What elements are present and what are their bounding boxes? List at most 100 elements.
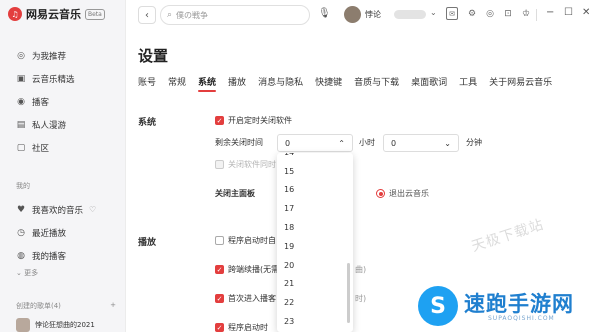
search-icon: ⌕ (167, 10, 173, 20)
timed-close-checkbox[interactable]: ✓ (215, 116, 224, 125)
minutes-select[interactable]: 0 ⌄ (383, 134, 459, 152)
created-playlists-label: 创建的歌单(4) (16, 302, 61, 310)
sidebar-item-label: 我喜欢的音乐 (32, 205, 84, 216)
app-logo[interactable]: ♫ 网易云音乐 Beta (8, 6, 105, 22)
tab-about[interactable]: 关于网易云音乐 (489, 75, 552, 92)
minutes-value: 0 (391, 138, 397, 148)
remaining-time-row: 剩余关闭时间 (215, 137, 263, 148)
dropdown-option[interactable]: 23 (277, 312, 353, 331)
hours-unit-label: 小时 (359, 138, 375, 147)
heartbeat-mode-icon[interactable]: ♡ (89, 205, 96, 214)
exit-app-radio[interactable] (376, 189, 385, 198)
sidebar-item-roaming[interactable]: ▤ 私人漫游 (0, 113, 126, 136)
tab-general[interactable]: 常规 (168, 75, 186, 92)
recommend-icon: ◎ (17, 50, 25, 61)
sidebar-item-recent[interactable]: ◷ 最近播放 (0, 221, 126, 244)
tab-tools[interactable]: 工具 (459, 75, 477, 92)
close-button[interactable]: ✕ (582, 7, 590, 18)
minimize-button[interactable]: − (546, 7, 554, 18)
avatar[interactable] (344, 6, 361, 23)
watermark-logo: S 速跑手游网 SUPAOQISHI.COM (418, 282, 588, 330)
minutes-unit-label: 分钟 (466, 138, 482, 147)
maximize-button[interactable]: ☐ (564, 7, 573, 18)
playback-option-label: 跨端续播(无需 (228, 265, 280, 274)
dropdown-option[interactable]: 17 (277, 199, 353, 218)
tab-shortcuts[interactable]: 快捷键 (315, 75, 342, 92)
close-after-option: 关闭软件同时 (215, 159, 276, 170)
search-input[interactable] (176, 10, 297, 20)
sidebar-item-label: 播客 (32, 97, 50, 108)
username[interactable]: 悖论 (365, 9, 381, 20)
playlist-item[interactable]: 悖论狂想曲的2021 (16, 318, 95, 332)
hours-select[interactable]: 0 ⌃ (277, 134, 353, 152)
selection-icon: ▣ (16, 73, 26, 84)
user-menu-chevron-icon[interactable]: ⌄ (430, 8, 437, 17)
sidebar-item-podcast[interactable]: ◉ 播客 (0, 90, 126, 113)
dropdown-option[interactable]: 18 (277, 218, 353, 237)
hours-dropdown-list[interactable]: 14 15 16 17 18 19 20 21 22 23 (277, 153, 353, 332)
tab-quality-download[interactable]: 音质与下载 (354, 75, 399, 92)
exit-app-option[interactable]: 退出云音乐 (376, 188, 429, 199)
dropdown-scrollbar[interactable] (347, 263, 350, 323)
playback-checkbox[interactable]: ✓ (215, 265, 224, 274)
dropdown-option[interactable]: 19 (277, 237, 353, 256)
podcast-icon: ◉ (17, 96, 25, 107)
vip-badge[interactable] (394, 10, 426, 19)
sidebar-item-recommend[interactable]: ◎ 为我推荐 (0, 44, 126, 67)
chevron-down-icon: ⌄ (444, 138, 451, 148)
app-name: 网易云音乐 (26, 8, 81, 21)
dropdown-option[interactable]: 22 (277, 293, 353, 312)
skin-icon[interactable]: ♔ (520, 7, 532, 20)
tab-desktop-lyrics[interactable]: 桌面歌词 (411, 75, 447, 92)
playback-option[interactable]: 程序启动时自 (215, 235, 276, 246)
dropdown-option[interactable]: 14 (277, 153, 353, 162)
skin-theme-icon[interactable]: ◎ (484, 7, 496, 20)
search-box[interactable]: ⌕ (160, 5, 310, 25)
sidebar-item-my-podcast[interactable]: ◍ 我的播客 (0, 244, 126, 267)
sidebar-item-liked-music[interactable]: ♥ 我喜欢的音乐 ♡ (0, 198, 126, 221)
sidebar-item-selection[interactable]: ▣ 云音乐精选 (0, 67, 126, 90)
watermark-brand: 速跑手游网 (464, 292, 574, 316)
playback-option[interactable]: ✓ 首次进入播客 (215, 293, 276, 304)
sidebar-item-label: 社区 (32, 143, 50, 154)
watermark-badge-icon: S (418, 286, 458, 326)
message-icon[interactable]: ✉ (446, 7, 458, 20)
beta-badge: Beta (85, 8, 105, 20)
timed-close-label: 开启定时关闭软件 (228, 116, 292, 125)
playback-checkbox[interactable] (215, 236, 224, 245)
topbar: ‹ ⌕ 🎙︎ 悖论 ⌄ ✉ ⚙ ◎ ⊡ ♔ − ☐ ✕ (126, 0, 600, 30)
voice-search-icon[interactable]: 🎙︎ (318, 8, 331, 19)
playback-option-label: 首次进入播客 (228, 294, 276, 303)
mic-icon: ◍ (17, 250, 25, 261)
timed-close-option[interactable]: ✓ 开启定时关闭软件 (215, 115, 292, 126)
playback-option[interactable]: ✓ 跨端续播(无需 (215, 264, 279, 275)
dropdown-option[interactable]: 20 (277, 256, 353, 275)
playback-option-suffix: 曲) (355, 265, 367, 274)
playback-checkbox[interactable]: ✓ (215, 323, 224, 332)
tab-messages-privacy[interactable]: 消息与隐私 (258, 75, 303, 92)
playback-checkbox[interactable]: ✓ (215, 294, 224, 303)
tab-account[interactable]: 账号 (138, 75, 156, 92)
sidebar-item-label: 云音乐精选 (32, 74, 75, 85)
tab-system[interactable]: 系统 (198, 75, 217, 92)
dropdown-option[interactable]: 21 (277, 275, 353, 294)
playlist-cover (16, 318, 30, 332)
mini-mode-icon[interactable]: ⊡ (502, 7, 514, 20)
playback-option[interactable]: ✓ 程序启动时 (215, 322, 268, 332)
tab-playback[interactable]: 播放 (228, 75, 246, 92)
more-toggle[interactable]: ⌄ 更多 (16, 268, 38, 278)
sidebar-item-community[interactable]: ▢ 社区 (0, 136, 126, 159)
divider (536, 9, 537, 21)
mine-nav: ♥ 我喜欢的音乐 ♡ ◷ 最近播放 ◍ 我的播客 (0, 198, 126, 267)
dropdown-option[interactable]: 16 (277, 181, 353, 200)
page-title: 设置 (138, 47, 169, 65)
dropdown-option[interactable]: 15 (277, 162, 353, 181)
playback-option-label: 程序启动时 (228, 323, 268, 332)
more-label: 更多 (24, 269, 39, 277)
add-playlist-icon[interactable]: + (110, 301, 116, 311)
settings-gear-icon[interactable]: ⚙ (466, 7, 478, 20)
watermark-url: SUPAOQISHI.COM (488, 315, 555, 322)
created-playlists-header[interactable]: 创建的歌单(4) + (16, 301, 116, 311)
clock-icon: ◷ (17, 227, 25, 238)
back-button[interactable]: ‹ (138, 6, 156, 24)
